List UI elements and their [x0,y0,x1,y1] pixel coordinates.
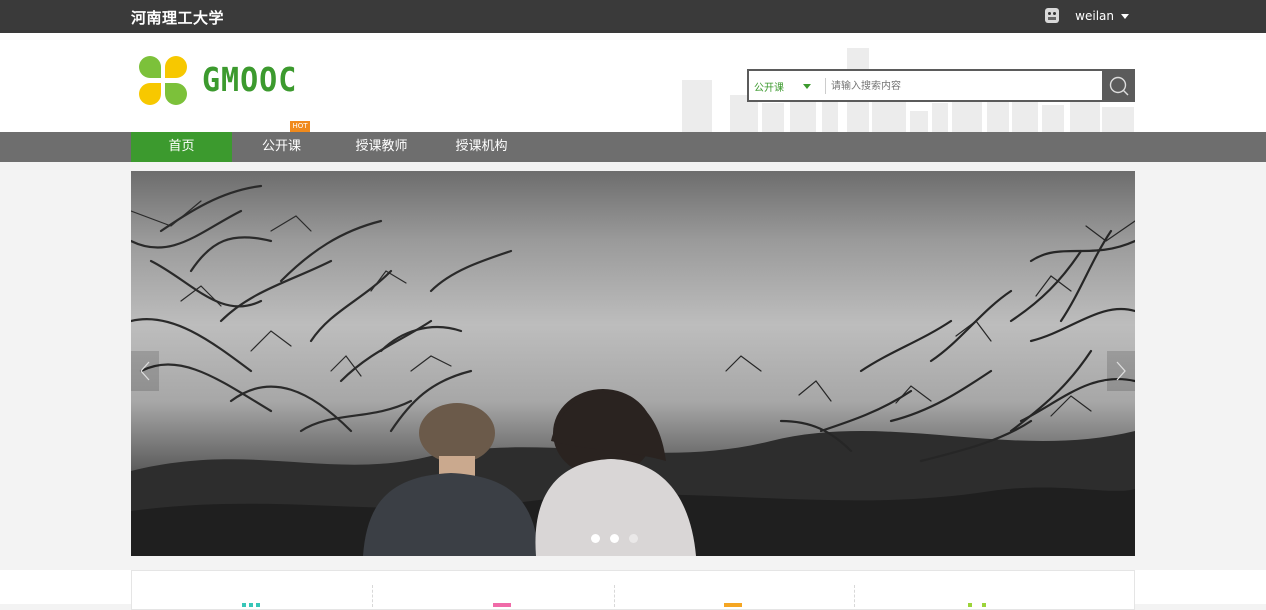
chevron-left-icon [140,361,150,381]
caret-down-icon[interactable] [1121,14,1129,19]
feature-icon-green [968,603,986,607]
search-bar: 公开课 [747,69,1135,102]
carousel-dot[interactable] [610,534,619,543]
feature-icon-teal [242,603,260,607]
hot-badge: HOT [290,121,310,132]
features-box [131,570,1135,610]
search-button[interactable] [1102,69,1135,102]
avatar-icon[interactable] [1045,8,1060,23]
username[interactable]: weilan [1075,9,1114,23]
search-input[interactable] [831,76,1091,96]
user-menu[interactable]: weilan [1045,8,1129,23]
features-panel [0,570,1266,610]
carousel-dots [591,534,648,543]
search-divider [825,78,826,94]
carousel-prev-button[interactable] [131,351,159,391]
header: GMOOC 公开课 [0,33,1266,132]
nav-item-open-courses[interactable]: 公开课 [231,132,332,162]
university-name: 河南理工大学 [131,9,225,27]
banner-image [131,184,1135,556]
search-category-select[interactable]: 公开课 [754,79,784,94]
logo-text[interactable]: GMOOC [202,61,297,100]
logo-icon[interactable] [139,56,188,106]
nav-item-home[interactable]: 首页 [131,132,232,162]
banner-carousel[interactable] [131,171,1135,556]
search-icon [1109,76,1128,95]
chevron-down-icon[interactable] [803,84,811,89]
chevron-right-icon [1116,361,1126,381]
feature-icon-orange [724,603,742,607]
main-nav: 首页 公开课 授课教师 授课机构 [0,132,1266,162]
feature-icon-pink [493,603,511,607]
carousel-dot[interactable] [629,534,638,543]
nav-item-teachers[interactable]: 授课教师 [331,132,432,162]
top-bar: 河南理工大学 weilan [0,0,1266,33]
carousel-dot[interactable] [591,534,600,543]
carousel-next-button[interactable] [1107,351,1135,391]
nav-item-institutions[interactable]: 授课机构 [431,132,532,162]
